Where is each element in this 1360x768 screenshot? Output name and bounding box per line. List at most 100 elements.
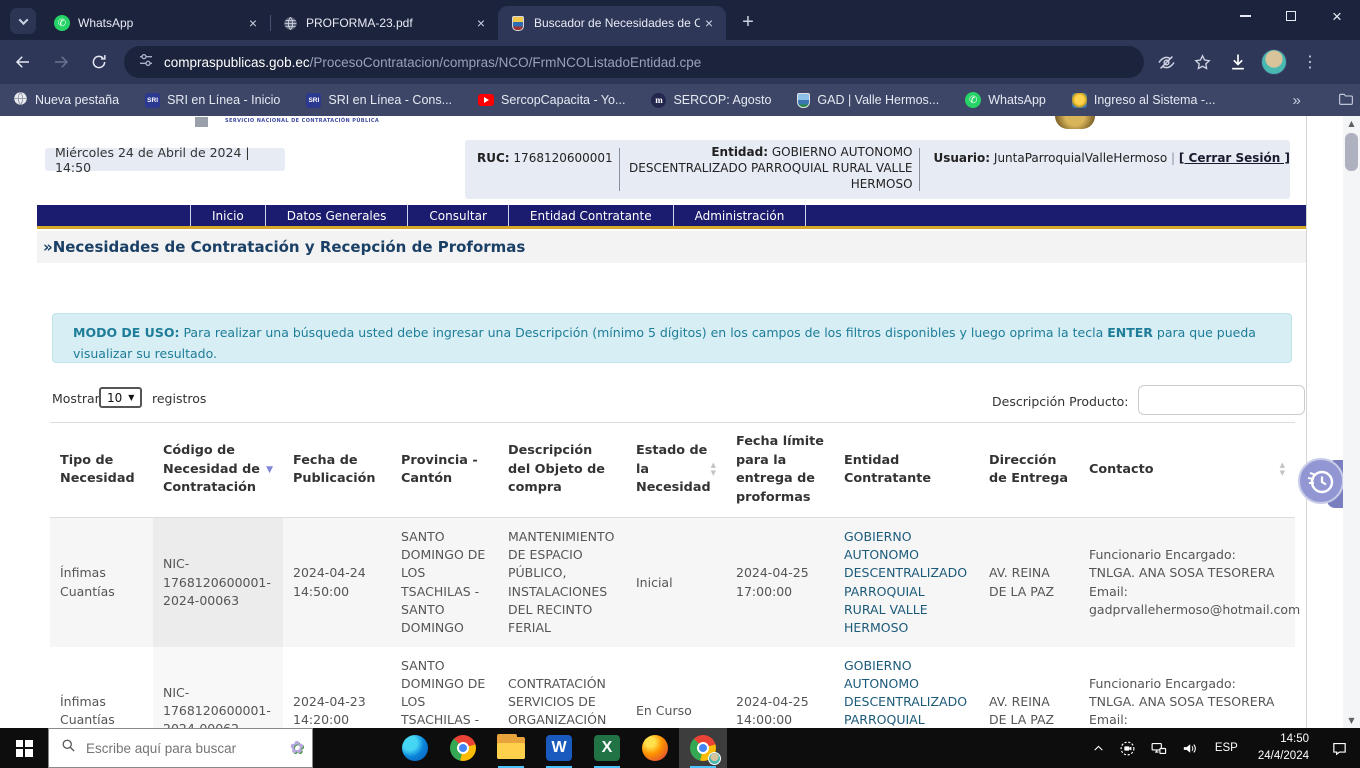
- taskbar-word[interactable]: W: [535, 728, 583, 768]
- meet-now-icon[interactable]: [1112, 728, 1143, 768]
- taskbar-chrome-active[interactable]: [679, 728, 727, 768]
- bookmark-whatsapp[interactable]: ✆ WhatsApp: [952, 92, 1059, 108]
- entidad-link[interactable]: GOBIERNO AUTONOMO DESCENTRALIZADO PARROQ…: [844, 528, 969, 637]
- entity-label: Entidad:: [711, 145, 768, 159]
- table-row: Ínfimas Cuantías NIC-1768120600001-2024-…: [50, 647, 1295, 728]
- language-indicator[interactable]: ESP: [1205, 728, 1248, 768]
- header-estado[interactable]: Estado de la Necesidad▲▼: [626, 432, 726, 508]
- taskbar-edge[interactable]: [391, 728, 439, 768]
- logout-link[interactable]: [ Cerrar Sesión ]: [1179, 151, 1290, 165]
- eye-hidden-icon[interactable]: [1150, 46, 1182, 78]
- taskbar-apps: W X: [391, 728, 727, 768]
- tab-whatsapp[interactable]: ✆ WhatsApp ×: [42, 6, 270, 40]
- new-tab-button[interactable]: +: [734, 8, 762, 36]
- nav-consultar[interactable]: Consultar: [408, 205, 509, 226]
- maximize-button[interactable]: [1268, 0, 1314, 32]
- clock-icon: [1306, 466, 1336, 496]
- bookmark-ingreso-sistema[interactable]: Ingreso al Sistema -...: [1059, 93, 1229, 108]
- bookmark-nueva-pestana[interactable]: Nueva pestaña: [0, 91, 132, 109]
- system-tray: ESP 14:50 24/4/2024: [1085, 728, 1360, 768]
- taskbar-search-input[interactable]: [86, 741, 280, 756]
- header-entidad[interactable]: Entidad Contratante: [834, 442, 979, 499]
- header-tipo[interactable]: Tipo de Necesidad: [50, 442, 153, 499]
- menu-dots-icon[interactable]: ⋮: [1294, 46, 1326, 78]
- cell-fecha-publicacion: 2024-04-24 14:50:00: [283, 518, 391, 647]
- taskbar-firefox[interactable]: [631, 728, 679, 768]
- entidad-link[interactable]: GOBIERNO AUTONOMO DESCENTRALIZADO PARROQ…: [844, 657, 969, 728]
- downloads-icon[interactable]: [1222, 46, 1254, 78]
- tray-chevron-up-icon[interactable]: [1085, 728, 1112, 768]
- close-window-button[interactable]: ×: [1314, 0, 1360, 32]
- bookmark-sercop-agosto[interactable]: m SERCOP: Agosto: [638, 93, 784, 108]
- sort-desc-icon: ▼: [266, 464, 273, 477]
- header-direccion[interactable]: Dirección de Entrega: [979, 442, 1079, 499]
- header-descripcion[interactable]: Descripción del Objeto de compra: [498, 432, 626, 508]
- tab-proforma-pdf[interactable]: PROFORMA-23.pdf ×: [270, 6, 498, 40]
- scrollbar-thumb[interactable]: [1345, 133, 1358, 171]
- taskbar-clock[interactable]: 14:50 24/4/2024: [1248, 731, 1319, 764]
- cell-contacto: Funcionario Encargado: TNLGA. ANA SOSA T…: [1079, 518, 1295, 647]
- action-center-icon[interactable]: [1319, 728, 1360, 768]
- nav-datos-generales[interactable]: Datos Generales: [266, 205, 409, 226]
- nav-administracion[interactable]: Administración: [674, 205, 807, 226]
- sri-icon: SRI: [306, 93, 321, 108]
- timer-widget-button[interactable]: [1298, 458, 1344, 504]
- mascot-image-remnant: [1055, 116, 1095, 129]
- header-provincia[interactable]: Provincia - Cantón: [391, 442, 498, 499]
- nav-entidad-contratante[interactable]: Entidad Contratante: [509, 205, 674, 226]
- ruc-value: 1768120600001: [513, 151, 612, 165]
- taskbar-date: 24/4/2024: [1258, 748, 1309, 765]
- network-icon[interactable]: [1143, 728, 1174, 768]
- screen: ✆ WhatsApp × PROFORMA-23.pdf × Buscador …: [0, 0, 1360, 768]
- site-settings-icon[interactable]: [138, 52, 154, 73]
- sort-icons: ▲▼: [711, 462, 716, 477]
- all-bookmarks-button[interactable]: Todos los marcadores: [1325, 92, 1360, 109]
- chevron-down-icon: [18, 15, 28, 25]
- forward-button[interactable]: [46, 47, 76, 77]
- edge-icon: [402, 735, 428, 761]
- crest-icon: [510, 15, 526, 31]
- bookmark-star-icon[interactable]: [1186, 46, 1218, 78]
- taskbar-search[interactable]: ✿: [48, 728, 313, 768]
- tab-search-button[interactable]: [10, 8, 36, 34]
- product-filter-input[interactable]: [1138, 385, 1305, 415]
- header-fecha-publicacion[interactable]: Fecha de Publicación: [283, 442, 391, 499]
- close-icon[interactable]: ×: [472, 14, 490, 32]
- tab-title: WhatsApp: [78, 16, 244, 30]
- close-icon[interactable]: ×: [244, 14, 262, 32]
- scroll-up-icon[interactable]: ▲: [1343, 116, 1360, 131]
- search-highlight-flower-icon[interactable]: ✿: [290, 738, 304, 758]
- bookmarks-overflow-chevron[interactable]: »: [1292, 92, 1300, 109]
- header-codigo[interactable]: Código de Necesidad de Contratación▼: [153, 432, 283, 508]
- page-scrollbar[interactable]: ▲ ▼: [1343, 116, 1360, 728]
- table-row: Ínfimas Cuantías NIC-1768120600001-2024-…: [50, 518, 1295, 647]
- cell-estado: Inicial: [626, 518, 726, 647]
- address-bar[interactable]: compraspublicas.gob.ec/ProcesoContrataci…: [124, 46, 1144, 78]
- bookmark-sri-inicio[interactable]: SRI SRI en Línea - Inicio: [132, 93, 293, 108]
- reload-button[interactable]: [84, 47, 114, 77]
- sri-icon: SRI: [145, 93, 160, 108]
- product-filter-label: Descripción Producto:: [992, 394, 1128, 409]
- close-icon[interactable]: ×: [700, 14, 718, 32]
- bookmark-sercopcapacita-youtube[interactable]: SercopCapacita - Yo...: [465, 93, 638, 107]
- taskbar-excel[interactable]: X: [583, 728, 631, 768]
- header-fecha-limite[interactable]: Fecha límite para la entrega de proforma…: [726, 423, 834, 517]
- minimize-button[interactable]: [1222, 0, 1268, 32]
- back-button[interactable]: [8, 47, 38, 77]
- profile-avatar[interactable]: [1258, 46, 1290, 78]
- header-contacto[interactable]: Contacto▲▼: [1079, 451, 1295, 490]
- bookmark-sri-consultas[interactable]: SRI SRI en Línea - Cons...: [293, 93, 465, 108]
- page-size-select[interactable]: 10▼: [99, 387, 142, 408]
- bookmark-gad-valle-hermoso[interactable]: GAD | Valle Hermos...: [784, 93, 952, 108]
- page-container: SERVICIO NACIONAL DE CONTRATACIÓN PÚBLIC…: [37, 116, 1307, 728]
- sercop-logo-caption: SERVICIO NACIONAL DE CONTRATACIÓN PÚBLIC…: [225, 118, 379, 124]
- word-icon: W: [546, 735, 572, 761]
- taskbar-chrome[interactable]: [439, 728, 487, 768]
- scroll-down-icon[interactable]: ▼: [1343, 713, 1360, 728]
- start-button[interactable]: [0, 728, 48, 768]
- cell-descripcion: MANTENIMIENTO DE ESPACIO PÚBLICO, INSTAL…: [498, 518, 626, 647]
- tab-buscador-necesidades[interactable]: Buscador de Necesidades de Co ×: [498, 6, 726, 40]
- nav-inicio[interactable]: Inicio: [190, 205, 266, 226]
- taskbar-file-explorer[interactable]: [487, 728, 535, 768]
- volume-icon[interactable]: [1174, 728, 1205, 768]
